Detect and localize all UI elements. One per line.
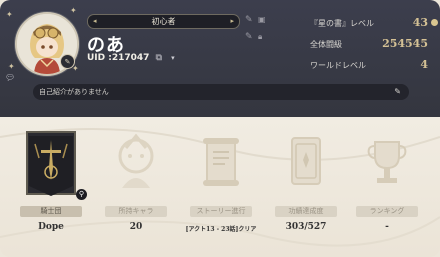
tile-value: [アクト13 - 23話]クリア (185, 226, 257, 233)
tile-value: 20 (129, 222, 143, 232)
bio-text: 自己紹介がありません (39, 88, 109, 96)
tile-guild[interactable]: ⚲ 騎士団 Dope (13, 128, 89, 232)
player-stats: 『星の書』レベル 43 全体闘級 254545 ワールドレベル 4 (310, 14, 428, 77)
uid: UID :217047 ⧉ ▾ (87, 53, 175, 63)
sparkle-icon: ✦ (8, 62, 15, 71)
profile-card: ✎ ✦ ✦ ✦ ✦ ◂ 初心者 ▸ ✎ ▣ ✎ 🔒︎ のあ UID :21704… (0, 0, 440, 257)
tile-value: - (385, 222, 389, 232)
uid-value: 217047 (111, 53, 150, 63)
tile-value: 303/527 (285, 222, 327, 232)
stat-value: 4 (420, 58, 428, 71)
profile-header: ✎ ✦ ✦ ✦ ✦ ◂ 初心者 ▸ ✎ ▣ ✎ 🔒︎ のあ UID :21704… (0, 0, 440, 117)
bio-field[interactable]: 自己紹介がありません ✎ (33, 84, 409, 100)
stat-label: 全体闘級 (310, 40, 342, 49)
level-orb-icon (431, 19, 438, 26)
chat-icon[interactable]: 💬︎ (5, 73, 15, 82)
tile-ranking[interactable]: ランキング - (349, 128, 425, 232)
tile-caption: 騎士団 (20, 206, 82, 217)
lock-icon[interactable]: 🔒︎ (258, 32, 262, 42)
tile-caption: ランキング (356, 206, 418, 217)
tile-achievements[interactable]: 功績達成度 303/527 (268, 128, 344, 232)
magnifier-icon[interactable]: ⚲ (76, 189, 87, 200)
edit-icon[interactable]: ✎ (245, 15, 253, 25)
character-emblem (108, 128, 164, 200)
dropdown-arrow-icon[interactable]: ▾ (171, 54, 175, 62)
sparkle-icon: ✦ (70, 6, 77, 15)
stat-label: 『星の書』レベル (310, 19, 374, 28)
card-emblem (278, 128, 334, 200)
tile-story[interactable]: ストーリー進行 [アクト13 - 23話]クリア (183, 128, 259, 233)
sparkle-icon: ✦ (72, 64, 79, 73)
arrow-left-icon: ◂ (93, 17, 97, 25)
tile-caption: ストーリー進行 (190, 206, 252, 217)
stat-value: 43 (412, 16, 428, 29)
title-badge[interactable]: ◂ 初心者 ▸ (87, 14, 240, 29)
pencil-icon: ✎ (64, 57, 71, 66)
copy-icon[interactable]: ⧉ (156, 53, 162, 63)
uid-label: UID : (87, 53, 112, 63)
pencil-icon: ✎ (394, 87, 401, 96)
tile-characters[interactable]: 所持キャラ 20 (98, 128, 174, 232)
stat-row-world-level: ワールドレベル 4 (310, 56, 428, 77)
tile-caption: 所持キャラ (105, 206, 167, 217)
title-badge-text: 初心者 (151, 17, 176, 26)
tile-caption: 功績達成度 (275, 206, 337, 217)
stat-row-book-level: 『星の書』レベル 43 (310, 14, 428, 35)
sparkle-icon: ✦ (6, 10, 13, 19)
stat-value: 254545 (382, 37, 428, 50)
arrow-right-icon: ▸ (230, 17, 234, 25)
stat-row-total-power: 全体闘級 254545 (310, 35, 428, 56)
list-icon[interactable]: ▣ (258, 15, 266, 24)
tile-value: Dope (38, 222, 64, 232)
scroll-emblem (193, 128, 249, 200)
edit-name-icon[interactable]: ✎ (245, 32, 253, 42)
trophy-emblem (359, 128, 415, 200)
stat-label: ワールドレベル (310, 61, 366, 70)
guild-banner: ⚲ (23, 128, 87, 200)
